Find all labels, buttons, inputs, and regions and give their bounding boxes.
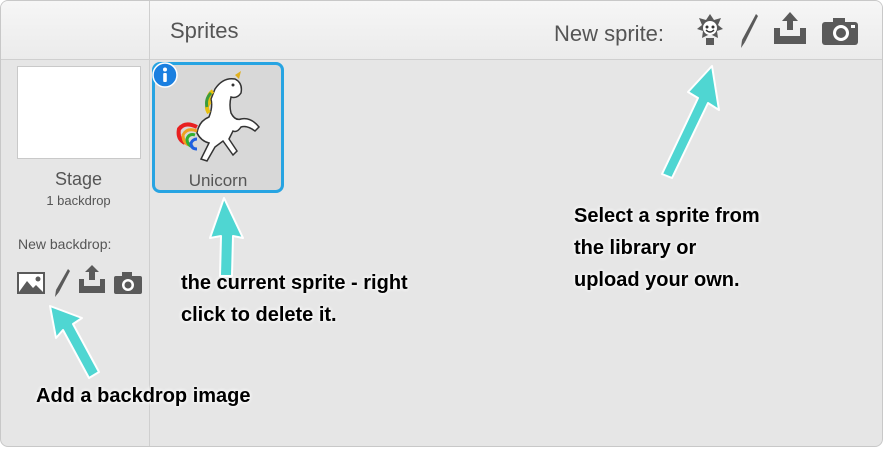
arrow-new-sprite bbox=[661, 65, 720, 179]
annotation-backdrop: Add a backdrop image bbox=[36, 385, 251, 407]
arrow-current-sprite bbox=[209, 197, 244, 277]
annotation-sprite-library: Select a sprite from the library or uplo… bbox=[574, 205, 760, 291]
annotation-current-sprite: the current sprite - right click to dele… bbox=[181, 272, 408, 326]
arrow-new-backdrop bbox=[49, 305, 100, 379]
